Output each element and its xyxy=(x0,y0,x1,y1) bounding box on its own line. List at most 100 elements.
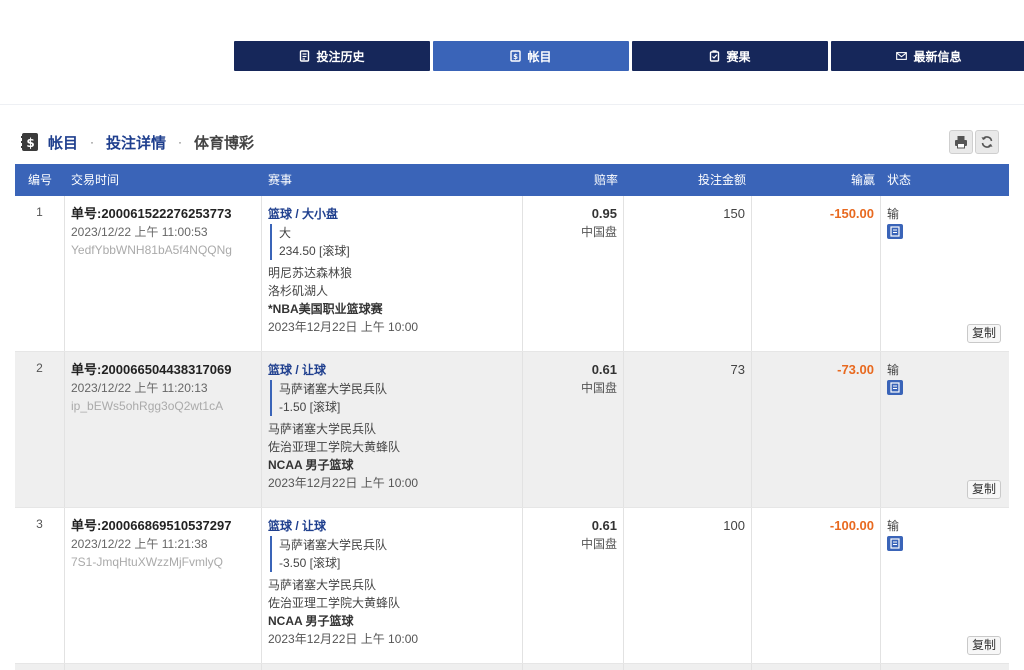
event-start: 2023年12月22日 上午 10:00 xyxy=(268,476,419,490)
print-button[interactable] xyxy=(949,130,973,154)
bet-slip-icon[interactable] xyxy=(887,380,903,395)
home-team: 马萨诸塞大学民兵队 xyxy=(268,422,377,436)
selection-pick: 马萨诸塞大学民兵队 xyxy=(279,538,388,552)
stake-value: 100 xyxy=(723,518,745,533)
nav-label: 投注历史 xyxy=(316,49,365,64)
odds-value: 0.95 xyxy=(591,206,617,221)
stake-value: 150 xyxy=(723,206,745,221)
transaction-cell: 单号:200066869510537297 2023/12/22 上午 11:2… xyxy=(65,508,262,663)
row-number: 1 xyxy=(15,196,65,351)
home-team: 马萨诸塞大学民兵队 xyxy=(268,578,377,592)
win-loss-cell: -100.00 xyxy=(752,508,881,663)
top-nav: 投注历史 $ 帐目 赛果 最新信息 xyxy=(234,41,1024,71)
breadcrumb-separator: · xyxy=(178,135,183,149)
bet-slip-icon[interactable] xyxy=(887,536,903,551)
status-text: 输 xyxy=(887,207,900,221)
odds-value: 0.61 xyxy=(591,518,617,533)
selection: 马萨诸塞大学民兵队 -3.50 [滚球] xyxy=(270,536,516,572)
selection-pick: 马萨诸塞大学民兵队 xyxy=(279,382,388,396)
receipt-icon xyxy=(300,50,310,62)
toolbar xyxy=(949,130,999,154)
transaction-cell: 单号:200061522276253773 2023/12/22 上午 11:0… xyxy=(65,196,262,351)
header-event: 赛事 xyxy=(268,173,293,187)
bet-slip-icon[interactable] xyxy=(887,224,903,239)
away-team: 洛杉矶湖人 xyxy=(268,284,329,298)
row-number: 2 xyxy=(15,352,65,507)
odds-type: 中国盘 xyxy=(580,537,617,551)
selection-line: -3.50 [滚球] xyxy=(279,556,341,570)
svg-text:$: $ xyxy=(26,136,34,150)
win-loss-cell: -150.00 xyxy=(752,196,881,351)
nav-label: 赛果 xyxy=(726,49,751,64)
odds-type: 中国盘 xyxy=(580,381,617,395)
stake-cell: 100 xyxy=(624,508,752,663)
ticket-number: 单号:200066504438317069 xyxy=(71,362,232,377)
status-cell: 输 复制 xyxy=(881,508,1009,663)
table-header: 编号 交易时间 赛事 赔率 投注金额 输赢 状态 xyxy=(15,164,1009,196)
bet-type: 篮球 / 让球 xyxy=(268,363,327,377)
status-text: 输 xyxy=(887,519,900,533)
status-cell: 输 复制 xyxy=(881,352,1009,507)
breadcrumb-bet-details[interactable]: 投注详情 xyxy=(106,132,166,153)
odds-cell: 0.61 中国盘 xyxy=(523,352,624,507)
results-icon xyxy=(710,50,720,62)
table-row: 1 单号:200061522276253773 2023/12/22 上午 11… xyxy=(15,196,1009,352)
bet-type: 篮球 / 让球 xyxy=(268,519,327,533)
divider xyxy=(0,104,1024,105)
mail-icon xyxy=(896,52,908,60)
transaction-cell: 单号:200066504438317069 2023/12/22 上午 11:2… xyxy=(65,352,262,507)
nav-bet-history[interactable]: 投注历史 xyxy=(234,41,430,71)
transaction-ref: ip_bEWs5ohRgg3oQ2wt1cA xyxy=(71,399,224,413)
nav-results[interactable]: 赛果 xyxy=(632,41,828,71)
home-team: 明尼苏达森林狼 xyxy=(268,266,353,280)
win-loss-value: -100.00 xyxy=(829,518,874,533)
league: *NBA美国职业篮球赛 xyxy=(268,302,383,316)
league: NCAA 男子篮球 xyxy=(268,614,354,628)
selection-pick: 大 xyxy=(279,226,292,240)
nav-statement[interactable]: $ 帐目 xyxy=(433,41,629,71)
ticket-number: 单号:200061522276253773 xyxy=(71,206,232,221)
statement-table: 编号 交易时间 赛事 赔率 投注金额 输赢 状态 1 单号:2000615222… xyxy=(15,164,1009,670)
table-row xyxy=(15,664,1009,670)
odds-value: 0.61 xyxy=(591,362,617,377)
transaction-time: 2023/12/22 上午 11:00:53 xyxy=(71,225,208,239)
nav-latest-info[interactable]: 最新信息 xyxy=(831,41,1024,71)
header-status: 状态 xyxy=(887,173,912,187)
header-number: 编号 xyxy=(27,173,52,187)
stake-cell: 150 xyxy=(624,196,752,351)
win-loss-value: -73.00 xyxy=(837,362,874,377)
breadcrumb: $ 帐目 · 投注详情 · 体育博彩 xyxy=(21,130,254,154)
nav-label: 帐目 xyxy=(527,49,552,64)
odds-type: 中国盘 xyxy=(580,225,617,239)
event-cell: 篮球 / 让球 马萨诸塞大学民兵队 -1.50 [滚球] 马萨诸塞大学民兵队 佐… xyxy=(262,352,523,507)
ledger-icon: $ xyxy=(510,50,522,62)
event-cell: 篮球 / 大小盘 大 234.50 [滚球] 明尼苏达森林狼 洛杉矶湖人 *NB… xyxy=(262,196,523,351)
transaction-time: 2023/12/22 上午 11:20:13 xyxy=(71,381,208,395)
win-loss-value: -150.00 xyxy=(829,206,874,221)
copy-button[interactable]: 复制 xyxy=(967,636,1001,655)
refresh-button[interactable] xyxy=(975,130,999,154)
odds-cell: 0.61 中国盘 xyxy=(523,508,624,663)
stake-value: 73 xyxy=(730,362,745,377)
status-cell: 输 复制 xyxy=(881,196,1009,351)
away-team: 佐治亚理工学院大黄蜂队 xyxy=(268,440,401,454)
breadcrumb-separator: · xyxy=(90,135,95,149)
ticket-number: 单号:200066869510537297 xyxy=(71,518,232,533)
selection: 马萨诸塞大学民兵队 -1.50 [滚球] xyxy=(270,380,516,416)
selection: 大 234.50 [滚球] xyxy=(270,224,516,260)
breadcrumb-statement[interactable]: 帐目 xyxy=(48,132,78,153)
table-row: 2 单号:200066504438317069 2023/12/22 上午 11… xyxy=(15,352,1009,508)
table-row: 3 单号:200066869510537297 2023/12/22 上午 11… xyxy=(15,508,1009,664)
copy-button[interactable]: 复制 xyxy=(967,324,1001,343)
print-icon xyxy=(955,136,967,149)
away-team: 佐治亚理工学院大黄蜂队 xyxy=(268,596,401,610)
ledger-icon: $ xyxy=(21,133,38,151)
event-cell: 篮球 / 让球 马萨诸塞大学民兵队 -3.50 [滚球] 马萨诸塞大学民兵队 佐… xyxy=(262,508,523,663)
row-number: 3 xyxy=(15,508,65,663)
odds-cell: 0.95 中国盘 xyxy=(523,196,624,351)
status-text: 输 xyxy=(887,363,900,377)
breadcrumb-sports: 体育博彩 xyxy=(194,134,255,152)
nav-label: 最新信息 xyxy=(913,49,962,64)
header-win-loss: 输赢 xyxy=(850,173,875,187)
copy-button[interactable]: 复制 xyxy=(967,480,1001,499)
